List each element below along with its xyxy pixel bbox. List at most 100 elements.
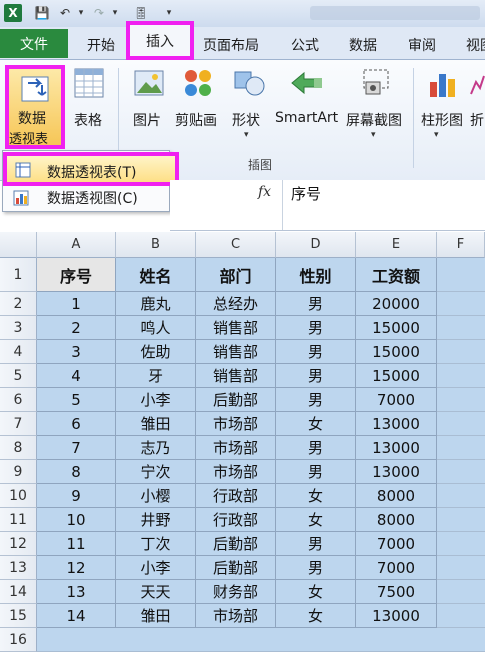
empty-row[interactable] [37,628,485,652]
tab-page-layout[interactable]: 页面布局 [203,35,259,55]
select-all-corner[interactable] [0,232,37,258]
tab-view[interactable]: 视图 [466,35,485,55]
table-cell[interactable]: 天天 [116,580,196,604]
row-header[interactable]: 2 [0,292,37,316]
empty-cell[interactable] [437,460,485,484]
empty-cell[interactable] [437,340,485,364]
table-cell[interactable]: 男 [276,532,356,556]
table-cell[interactable]: 8 [37,460,116,484]
table-cell[interactable]: 丁次 [116,532,196,556]
pivot-table-button[interactable]: 数据 透视表 [5,65,65,149]
customize-dropdown-icon[interactable]: ▾ [164,4,174,22]
column-header[interactable]: E [356,232,437,258]
table-cell[interactable]: 13 [37,580,116,604]
row-header[interactable]: 9 [0,460,37,484]
row-header[interactable]: 7 [0,412,37,436]
table-cell[interactable]: 小李 [116,388,196,412]
clipart-button[interactable]: 剪贴画 [175,110,217,130]
smartart-button[interactable]: SmartArt [275,110,338,126]
table-cell[interactable]: 财务部 [196,580,276,604]
empty-cell[interactable] [437,258,485,292]
table-cell[interactable]: 15000 [356,340,437,364]
table-cell[interactable]: 女 [276,484,356,508]
table-cell[interactable]: 牙 [116,364,196,388]
screenshot-button[interactable]: 屏幕截图 [346,110,402,130]
table-cell[interactable]: 15000 [356,364,437,388]
menu-item-pivot-chart[interactable]: 数据透视图(C) [47,188,138,208]
table-cell[interactable]: 后勤部 [196,388,276,412]
table-cell[interactable]: 鸣人 [116,316,196,340]
table-cell[interactable]: 销售部 [196,364,276,388]
table-cell[interactable]: 佐助 [116,340,196,364]
table-cell[interactable]: 男 [276,460,356,484]
empty-cell[interactable] [437,316,485,340]
table-cell[interactable]: 女 [276,604,356,628]
empty-cell[interactable] [437,436,485,460]
column-chart-button[interactable]: 柱形图 [421,110,463,130]
row-header[interactable]: 11 [0,508,37,532]
empty-cell[interactable] [437,364,485,388]
empty-cell[interactable] [437,532,485,556]
table-cell[interactable]: 14 [37,604,116,628]
empty-cell[interactable] [437,388,485,412]
undo-dropdown-icon[interactable]: ▾ [76,4,86,22]
row-header[interactable]: 16 [0,628,37,652]
shapes-button[interactable]: 形状 [232,110,260,130]
table-cell[interactable]: 雏田 [116,604,196,628]
table-cell[interactable]: 雏田 [116,412,196,436]
table-cell[interactable]: 13000 [356,412,437,436]
undo-icon[interactable]: ↶ [58,4,72,22]
table-cell[interactable]: 4 [37,364,116,388]
row-header[interactable]: 14 [0,580,37,604]
table-cell[interactable]: 小李 [116,556,196,580]
table-cell[interactable]: 7500 [356,580,437,604]
table-cell[interactable]: 后勤部 [196,532,276,556]
table-cell[interactable]: 市场部 [196,604,276,628]
table-cell[interactable]: 8000 [356,484,437,508]
customize-icon[interactable]: 🎚 [132,4,150,22]
table-cell[interactable]: 13000 [356,436,437,460]
table-cell[interactable]: 7000 [356,556,437,580]
header-cell[interactable]: 姓名 [116,258,196,292]
table-cell[interactable]: 行政部 [196,508,276,532]
tab-review[interactable]: 审阅 [408,35,436,55]
column-header[interactable]: F [437,232,485,258]
table-cell[interactable]: 12 [37,556,116,580]
table-cell[interactable]: 市场部 [196,436,276,460]
table-cell[interactable]: 3 [37,340,116,364]
row-header[interactable]: 10 [0,484,37,508]
table-cell[interactable]: 5 [37,388,116,412]
table-cell[interactable]: 志乃 [116,436,196,460]
table-cell[interactable]: 男 [276,556,356,580]
screenshot-dropdown-icon[interactable]: ▾ [371,130,376,140]
table-cell[interactable]: 男 [276,388,356,412]
table-cell[interactable]: 男 [276,364,356,388]
table-cell[interactable]: 15000 [356,316,437,340]
menu-item-pivot-table[interactable]: 数据透视表(T) [3,152,179,186]
row-header[interactable]: 12 [0,532,37,556]
table-cell[interactable]: 总经办 [196,292,276,316]
column-chart-dropdown-icon[interactable]: ▾ [434,130,439,140]
save-icon[interactable]: 💾 [34,4,50,22]
empty-cell[interactable] [437,556,485,580]
row-header[interactable]: 13 [0,556,37,580]
table-cell[interactable]: 行政部 [196,484,276,508]
picture-button[interactable]: 图片 [133,110,161,130]
tab-formulas[interactable]: 公式 [291,35,319,55]
header-cell[interactable]: 性别 [276,258,356,292]
row-header[interactable]: 4 [0,340,37,364]
table-cell[interactable]: 7000 [356,532,437,556]
table-cell[interactable]: 8000 [356,508,437,532]
header-cell[interactable]: 序号 [37,258,116,292]
table-cell[interactable]: 宁次 [116,460,196,484]
column-header[interactable]: D [276,232,356,258]
row-header[interactable]: 1 [0,258,37,292]
column-header[interactable]: A [37,232,116,258]
line-chart-button[interactable]: 折 [470,110,484,130]
empty-cell[interactable] [437,508,485,532]
table-cell[interactable]: 20000 [356,292,437,316]
row-header[interactable]: 6 [0,388,37,412]
header-cell[interactable]: 部门 [196,258,276,292]
excel-app-icon[interactable]: X [4,4,22,22]
tab-home[interactable]: 开始 [87,35,115,55]
